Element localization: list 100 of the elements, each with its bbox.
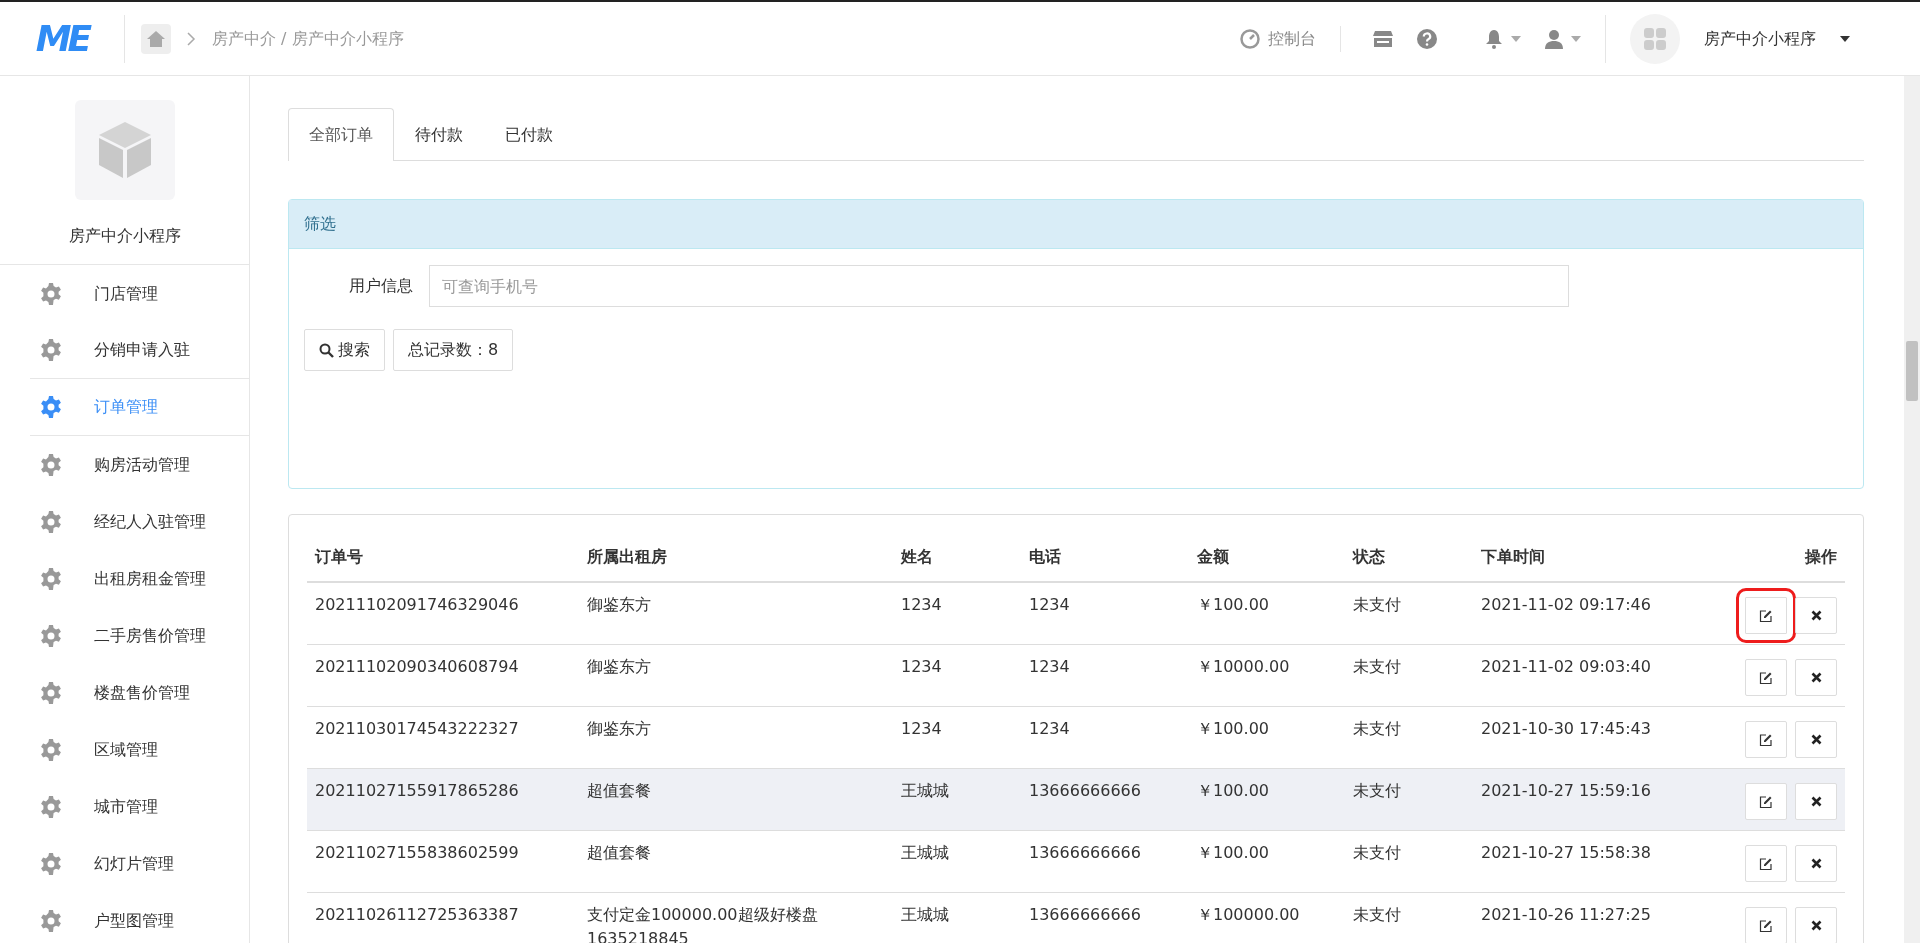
- gear-icon: [40, 396, 62, 418]
- delete-button[interactable]: [1795, 721, 1837, 758]
- close-icon: [1810, 610, 1822, 621]
- caret-icon: [1571, 35, 1581, 42]
- tab[interactable]: 待付款: [394, 108, 484, 161]
- field-label: 用户信息: [349, 275, 413, 297]
- table-cell: 1234: [893, 582, 1021, 645]
- table-cell: 2021-11-02 09:03:40: [1473, 644, 1673, 707]
- table-cell: 未支付: [1345, 644, 1473, 707]
- table-cell: 未支付: [1345, 892, 1473, 943]
- column-header: 操作: [1673, 535, 1845, 582]
- column-header: 姓名: [893, 535, 1021, 582]
- search-button[interactable]: 搜索: [304, 329, 385, 371]
- gauge-icon: [1240, 28, 1260, 49]
- tab[interactable]: 已付款: [484, 108, 574, 161]
- column-header: 状态: [1345, 535, 1473, 582]
- gear-icon: [40, 624, 62, 647]
- delete-button[interactable]: [1795, 659, 1837, 696]
- column-header: 订单号: [307, 535, 579, 582]
- close-icon: [1810, 672, 1822, 683]
- table-cell: ￥100.00: [1189, 830, 1345, 893]
- chevron-right-icon: [187, 31, 196, 46]
- table-cell: 2021-10-26 11:27:25: [1473, 892, 1673, 943]
- edit-button[interactable]: [1745, 721, 1787, 758]
- table-cell: 20211030174543222327: [307, 706, 579, 769]
- close-icon: [1810, 734, 1822, 745]
- gear-icon: [40, 681, 62, 704]
- table-cell: 未支付: [1345, 768, 1473, 831]
- sidebar-item[interactable]: 分销申请入驻: [30, 322, 249, 379]
- table-cell: ￥100000.00: [1189, 892, 1345, 943]
- delete-button[interactable]: [1795, 907, 1837, 943]
- table-cell: 2021-10-30 17:45:43: [1473, 706, 1673, 769]
- gear-icon: [40, 795, 62, 818]
- delete-button[interactable]: [1795, 845, 1837, 882]
- sidebar-item[interactable]: 楼盘售价管理: [0, 664, 249, 721]
- table-cell: ￥100.00: [1189, 582, 1345, 645]
- help-icon[interactable]: [1417, 28, 1437, 49]
- console-link[interactable]: 控制台: [1240, 26, 1316, 51]
- caret-icon: [1511, 35, 1521, 42]
- sidebar-item[interactable]: 出租房租金管理: [0, 550, 249, 607]
- gear-icon: [40, 510, 62, 533]
- table-cell: 1234: [1021, 644, 1189, 707]
- gear-icon: [40, 852, 62, 875]
- delete-button[interactable]: [1795, 783, 1837, 820]
- edit-icon: [1759, 608, 1773, 623]
- table-cell: 2021-11-02 09:17:46: [1473, 582, 1673, 645]
- table-cell: 超值套餐: [579, 830, 893, 893]
- table-cell: 20211027155838602599: [307, 830, 579, 893]
- table-cell: 御鉴东方: [579, 582, 893, 645]
- sidebar-item[interactable]: 区域管理: [0, 721, 249, 778]
- table-cell: 1234: [893, 706, 1021, 769]
- table-cell: 20211102091746329046: [307, 582, 579, 645]
- edit-button[interactable]: [1745, 907, 1787, 943]
- gear-icon: [40, 282, 62, 305]
- scrollbar[interactable]: [1904, 76, 1920, 943]
- account-menu[interactable]: 房产中介小程序: [1704, 26, 1850, 51]
- delete-button[interactable]: [1795, 597, 1837, 634]
- edit-button[interactable]: [1745, 659, 1787, 696]
- edit-button[interactable]: [1745, 845, 1787, 882]
- gear-icon: [40, 567, 62, 590]
- notification-menu[interactable]: [1485, 28, 1521, 49]
- table-cell: 2021-10-27 15:59:16: [1473, 768, 1673, 831]
- gear-icon: [40, 453, 62, 476]
- panel-title: 筛选: [289, 200, 1863, 249]
- table-cell: 1234: [893, 644, 1021, 707]
- column-header: 电话: [1021, 535, 1189, 582]
- table-cell: 1234: [1021, 582, 1189, 645]
- tab[interactable]: 全部订单: [288, 108, 394, 161]
- sidebar-item[interactable]: 幻灯片管理: [0, 835, 249, 892]
- close-icon: [1810, 858, 1822, 869]
- table-cell: 王城城: [893, 768, 1021, 831]
- sidebar-item[interactable]: 购房活动管理: [0, 436, 249, 493]
- table-cell: 20211027155917865286: [307, 768, 579, 831]
- table-cell: 御鉴东方: [579, 644, 893, 707]
- search-field[interactable]: 可查询手机号: [429, 265, 1569, 307]
- sidebar-item[interactable]: 门店管理: [0, 265, 249, 322]
- edit-icon: [1759, 732, 1773, 747]
- sidebar-item[interactable]: 户型图管理: [0, 892, 249, 943]
- edit-icon: [1759, 856, 1773, 871]
- table-cell: 王城城: [893, 830, 1021, 893]
- table-cell: 1234: [1021, 706, 1189, 769]
- sidebar-item[interactable]: 经纪人入驻管理: [0, 493, 249, 550]
- store-icon[interactable]: [1373, 29, 1393, 48]
- caret-icon: [1840, 35, 1850, 42]
- sidebar-item[interactable]: 二手房售价管理: [0, 607, 249, 664]
- table-cell: 13666666666: [1021, 830, 1189, 893]
- edit-icon: [1759, 794, 1773, 809]
- edit-icon: [1759, 918, 1773, 933]
- sidebar-item[interactable]: 城市管理: [0, 778, 249, 835]
- table-cell: ￥100.00: [1189, 768, 1345, 831]
- table-cell: 13666666666: [1021, 892, 1189, 943]
- user-menu[interactable]: [1545, 28, 1581, 49]
- breadcrumb-text: 房产中介 / 房产中介小程序: [212, 27, 404, 50]
- table-cell: ￥100.00: [1189, 706, 1345, 769]
- table-cell: 未支付: [1345, 830, 1473, 893]
- edit-button[interactable]: [1745, 783, 1787, 820]
- table-cell: 超值套餐: [579, 768, 893, 831]
- table-cell: 20211102090340608794: [307, 644, 579, 707]
- table-cell: ￥10000.00: [1189, 644, 1345, 707]
- record-count: 总记录数：8: [393, 329, 514, 371]
